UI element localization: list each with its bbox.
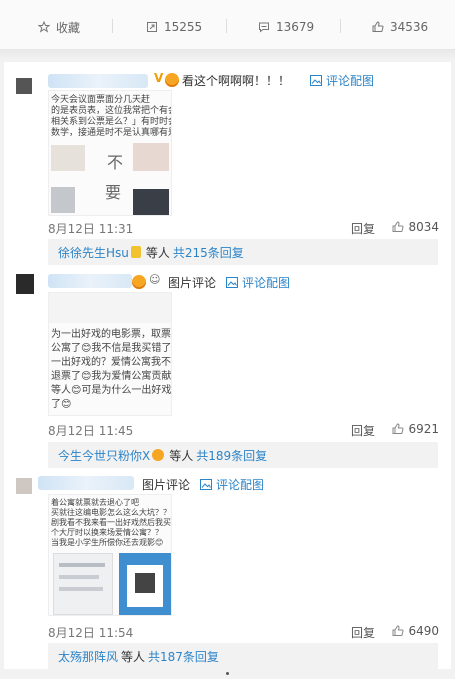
comment-like-count: 6490 [408,624,439,638]
reply-mid-text: 等人 [145,245,170,260]
image-text: 的是表员表，这位我常把个有会❤️ [51,106,171,116]
badge-icon [130,246,141,258]
like-button[interactable]: 34536 [372,17,428,37]
star-icon [38,21,50,33]
image-text: 退票了😊我为爱情公寓贡献了 [51,371,172,382]
reply-count[interactable]: 共189条回复 [196,447,267,464]
emoji-icon [165,73,179,87]
reply-button[interactable]: 回复 [351,624,375,641]
comment-image[interactable]: 着公寓就票就去退心了吧 买就往这编电影怎么这么大坑？？？ 剧我看不我来看一出好戏… [48,494,172,616]
comment-like-button[interactable]: 6490 [392,624,439,638]
reply-count[interactable]: 共187条回复 [148,648,219,665]
username[interactable] [38,476,134,490]
image-text: 不 [107,153,124,172]
like-count: 34536 [390,20,429,34]
image-text: 公寓了😊我不信是我买错了😊 [51,343,172,354]
comment-picture-link[interactable]: 评论配图 [200,476,264,493]
separator [340,19,341,33]
image-icon [310,75,322,86]
image-block [59,575,99,579]
image-block [59,563,105,567]
reply-summary[interactable]: 徐徐先生Hsu 等人 共215条回复 [48,239,438,265]
reply-button[interactable]: 回复 [351,220,375,237]
reply-count[interactable]: 共215条回复 [173,244,244,261]
repost-button[interactable]: 15255 [146,17,202,37]
comment-image[interactable]: 为一出好戏的电影票，取票的时 公寓了😊我不信是我买错了😊 一出好戏的？爱情公寓我… [48,292,172,416]
repost-count: 15255 [164,20,203,34]
picture-link-label: 评论配图 [216,478,265,492]
divider [0,50,455,60]
reply-button[interactable]: 回复 [351,422,375,439]
comment-picture-link[interactable]: 评论配图 [226,274,290,291]
thumbs-up-icon [392,625,404,636]
comment-date: 8月12日 11:31 [48,222,134,236]
separator [112,19,113,33]
reply-summary[interactable]: 今生今世只粉你X 等人 共189条回复 [48,442,438,468]
face-icon: ☺ [149,273,161,286]
image-text: 要 [105,183,122,202]
reply-summary[interactable]: 太殇那阵风 等人 共187条回复 [48,643,438,669]
image-icon [200,479,212,490]
reply-username[interactable]: 今生今世只粉你X [58,447,150,464]
repost-icon [147,22,157,32]
emoji-icon [152,449,165,461]
image-text: 相关系到公票是么？」有时时会，非都 [51,117,171,127]
comment-like-button[interactable]: 6921 [392,422,439,436]
thumbs-up-icon [392,221,404,232]
comment-like-button[interactable]: 8034 [392,220,439,234]
image-text: 等人😊可是为什么一出好戏要 [51,385,172,396]
qr-code [135,573,155,593]
comment-like-count: 6921 [408,422,439,436]
comment-icon [259,22,269,33]
comment-text: 看这个啊啊啊！！！ [182,74,291,88]
emoji-icon [132,275,146,289]
comment-count: 13679 [276,20,315,34]
reply-mid-text: 等人 [121,649,146,664]
collect-label: 收藏 [56,20,81,35]
picture-link-label: 评论配图 [326,74,375,88]
image-block [133,189,169,215]
comment-date: 8月12日 11:54 [48,626,134,640]
image-icon [226,277,238,288]
image-block [51,187,75,213]
reply-mid-text: 等人 [169,448,194,463]
image-block [51,145,85,171]
image-block [59,587,103,591]
image-block [49,293,171,323]
thumbs-up-icon [372,21,384,32]
comment-image[interactable]: 今天会议面票面分几天赶 的是表员表，这位我常把个有会❤️ 相关系到公票是么？」有… [48,90,172,216]
reply-username[interactable]: 徐徐先生Hsu [58,244,129,261]
avatar[interactable] [16,478,32,494]
image-text: 数学，接通是时不是认真哪有是会后 [51,128,171,138]
image-text: 了😊 [51,399,72,410]
page-indicator [226,672,229,675]
separator [226,19,227,33]
image-text: 一出好戏的？爱情公寓我不看！ [51,357,171,368]
reply-username[interactable]: 太殇那阵风 [58,648,118,665]
verified-badge: V [154,71,164,85]
username[interactable] [48,274,132,288]
comment-like-count: 8034 [408,220,439,234]
image-text: 今天会议面票面分几天赶 [51,95,151,105]
comment-list: V 看这个啊啊啊！！！ 评论配图 今天会议面票面分几天赶 的是表员表，这位我常把… [4,62,451,669]
thumbs-up-icon [392,423,404,434]
collect-button[interactable]: 收藏 [38,17,80,37]
comment-button[interactable]: 13679 [258,17,314,37]
comment-date: 8月12日 11:45 [48,424,134,438]
avatar[interactable] [16,274,34,294]
comment-text: 图片评论 [142,478,191,492]
image-block [133,143,169,171]
image-text: 当我是小学生所偿你还去观影😊 [51,538,164,547]
picture-link-label: 评论配图 [242,276,291,290]
comment-picture-link[interactable]: 评论配图 [310,72,374,89]
comment-text: 图片评论 [168,276,217,290]
image-text: 为一出好戏的电影票，取票的时 [51,329,171,340]
avatar[interactable] [16,78,32,94]
username[interactable] [48,74,148,88]
